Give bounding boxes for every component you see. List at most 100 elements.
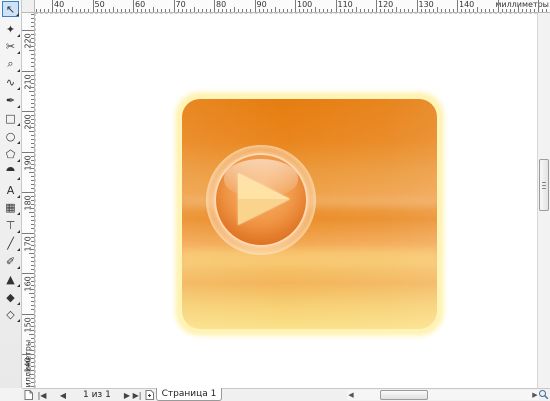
ruler-tick bbox=[452, 9, 454, 12]
ruler-tick bbox=[31, 366, 34, 368]
rectangle-tool[interactable]: □ bbox=[2, 110, 20, 126]
ruler-tick bbox=[359, 9, 361, 12]
coreldraw-window: ↖✦✂⌕∿✒□○⬠⯊A▦⊤╱✐▲◆◇ 150140130120110100908… bbox=[0, 0, 550, 401]
document-icon[interactable] bbox=[23, 390, 33, 400]
ruler-tick bbox=[307, 9, 309, 12]
ruler-tick bbox=[355, 7, 357, 12]
ruler-tick bbox=[116, 9, 118, 12]
ruler-tick bbox=[367, 9, 369, 12]
ruler-tick bbox=[76, 9, 78, 12]
ruler-tick bbox=[315, 7, 317, 12]
last-page-icon[interactable]: ▶| bbox=[132, 390, 142, 400]
ruler-tick bbox=[31, 277, 34, 279]
ruler-tick bbox=[238, 9, 240, 12]
table-tool[interactable]: ▦ bbox=[2, 199, 20, 215]
ruler-tick bbox=[31, 208, 34, 210]
ruler-tick bbox=[521, 9, 523, 12]
ruler-tick bbox=[31, 341, 34, 343]
ruler-tick bbox=[31, 38, 34, 40]
ruler-tick bbox=[39, 9, 41, 12]
ruler-tick bbox=[529, 9, 531, 12]
ruler-tick bbox=[153, 7, 155, 12]
ruler-tick bbox=[112, 7, 114, 12]
horizontal-scroll-thumb[interactable] bbox=[380, 390, 428, 400]
shape-tool[interactable]: ✦ bbox=[2, 21, 20, 37]
ruler-tick bbox=[92, 0, 94, 12]
flyout-chevron-icon bbox=[17, 159, 20, 162]
ruler-tick bbox=[29, 131, 34, 133]
ruler-tick bbox=[234, 7, 236, 12]
flyout-chevron-icon bbox=[17, 51, 20, 54]
zoom-tool[interactable]: ⌕ bbox=[2, 56, 20, 72]
freehand-tool[interactable]: ∿ bbox=[2, 74, 20, 90]
horizontal-scrollbar[interactable]: ◀ ▶ bbox=[347, 390, 539, 400]
ruler-tick bbox=[444, 9, 446, 12]
horizontal-ruler[interactable]: 150140130120110100908070605040 миллиметр… bbox=[35, 0, 550, 13]
eyedropper-tool[interactable]: ✐ bbox=[2, 253, 20, 269]
ruler-unit-label: миллиметры bbox=[493, 0, 549, 9]
navigator-zoom-icon[interactable] bbox=[538, 389, 549, 400]
ruler-label: 130 bbox=[418, 0, 434, 9]
ruler-tick bbox=[448, 9, 450, 12]
ruler-tick bbox=[282, 9, 284, 12]
page-tab[interactable]: Страница 1 bbox=[156, 388, 222, 401]
vertical-ruler[interactable]: 140 150 160 170 180 190 200 210 220 миллиметры bbox=[22, 13, 35, 389]
grip-line bbox=[542, 182, 546, 183]
first-page-icon[interactable]: |◀ bbox=[37, 390, 47, 400]
ruler-tick bbox=[31, 183, 34, 185]
outline-tool[interactable]: ▲ bbox=[2, 271, 20, 287]
ruler-tick bbox=[31, 301, 34, 303]
ruler-tick bbox=[31, 139, 34, 141]
ruler-tick bbox=[22, 354, 34, 355]
ruler-label: 120 bbox=[378, 0, 394, 9]
previous-page-icon[interactable]: ◀ bbox=[58, 390, 68, 400]
ruler-tick bbox=[432, 9, 434, 12]
basic-shapes-tool[interactable]: ⯊ bbox=[2, 164, 20, 180]
flyout-chevron-icon bbox=[17, 230, 20, 233]
fill-tool[interactable]: ◆ bbox=[2, 289, 20, 305]
polygon-tool[interactable]: ⬠ bbox=[2, 146, 20, 162]
ruler-tick bbox=[412, 9, 414, 12]
ruler-tick bbox=[22, 30, 34, 31]
ruler-tick bbox=[31, 216, 34, 218]
crop-tool[interactable]: ✂ bbox=[2, 38, 20, 54]
text-tool[interactable]: A bbox=[2, 182, 20, 198]
ruler-tick bbox=[335, 0, 337, 12]
ruler-tick bbox=[380, 9, 382, 12]
pick-tool[interactable]: ↖ bbox=[2, 1, 19, 17]
flyout-chevron-icon bbox=[17, 266, 20, 269]
ruler-tick bbox=[31, 119, 34, 121]
ruler-tick bbox=[31, 58, 34, 60]
vertical-scroll-thumb[interactable] bbox=[539, 159, 549, 211]
ruler-tick bbox=[31, 155, 34, 157]
scroll-left-icon[interactable]: ◀ bbox=[347, 390, 355, 400]
add-page-icon[interactable] bbox=[144, 390, 154, 400]
ruler-origin[interactable] bbox=[22, 0, 35, 13]
flyout-chevron-icon bbox=[17, 177, 20, 180]
ruler-tick bbox=[270, 9, 272, 12]
flyout-chevron-icon bbox=[17, 302, 20, 305]
interactive-fill-tool[interactable]: ◇ bbox=[2, 306, 20, 322]
ruler-tick bbox=[193, 7, 195, 12]
connector-tool[interactable]: ╱ bbox=[2, 235, 20, 251]
flyout-chevron-icon bbox=[17, 248, 20, 251]
ruler-tick bbox=[424, 9, 426, 12]
next-page-icon[interactable]: ▶ bbox=[122, 390, 132, 400]
ruler-label: 50 bbox=[94, 0, 105, 9]
ruler-tick bbox=[31, 349, 34, 351]
ruler-tick bbox=[416, 0, 418, 12]
artwork-rounded-square[interactable] bbox=[182, 99, 437, 329]
parallel-dimension-tool[interactable]: ⊤ bbox=[2, 217, 20, 233]
vertical-scrollbar[interactable] bbox=[537, 13, 550, 388]
ruler-tick bbox=[31, 167, 34, 169]
drawing-canvas[interactable] bbox=[35, 13, 537, 388]
ruler-tick bbox=[22, 111, 34, 112]
ruler-tick bbox=[31, 329, 34, 331]
ellipse-tool[interactable]: ○ bbox=[2, 128, 20, 144]
smart-fill-tool[interactable]: ✒ bbox=[2, 92, 20, 108]
ruler-tick bbox=[517, 7, 519, 12]
ruler-tick bbox=[258, 9, 260, 12]
ruler-tick bbox=[31, 102, 34, 104]
media-player-artwork[interactable] bbox=[179, 96, 440, 332]
ruler-tick bbox=[29, 252, 34, 254]
